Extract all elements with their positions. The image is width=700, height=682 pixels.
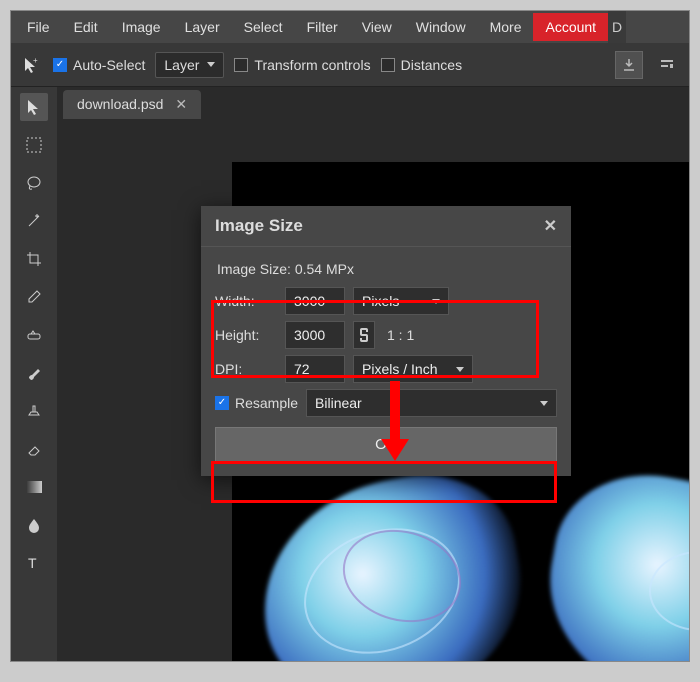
eraser-tool[interactable] bbox=[20, 435, 48, 463]
height-input[interactable]: 3000 bbox=[285, 321, 345, 349]
image-size-dialog: Image Size ✕ Image Size: 0.54 MPx Width:… bbox=[201, 206, 571, 476]
chevron-down-icon bbox=[540, 401, 548, 406]
document-tab-label: download.psd bbox=[77, 96, 163, 112]
checkbox-icon bbox=[234, 58, 248, 72]
align-button[interactable] bbox=[653, 51, 681, 79]
menu-filter[interactable]: Filter bbox=[295, 13, 350, 41]
menu-window[interactable]: Window bbox=[404, 13, 478, 41]
ok-button[interactable]: OK bbox=[215, 427, 557, 462]
width-label: Width: bbox=[215, 293, 277, 309]
menu-file[interactable]: File bbox=[15, 13, 62, 41]
width-input[interactable]: 3000 bbox=[285, 287, 345, 315]
transform-controls-label: Transform controls bbox=[254, 57, 370, 73]
eyedropper-tool[interactable] bbox=[20, 283, 48, 311]
chevron-down-icon bbox=[456, 367, 464, 372]
dpi-input[interactable]: 72 bbox=[285, 355, 345, 383]
type-tool[interactable]: T bbox=[20, 549, 48, 577]
svg-text:+: + bbox=[33, 56, 38, 65]
menu-select[interactable]: Select bbox=[232, 13, 295, 41]
checkbox-icon bbox=[53, 58, 67, 72]
resample-label: Resample bbox=[235, 395, 298, 411]
resample-checkbox[interactable]: Resample bbox=[215, 395, 298, 411]
lasso-tool[interactable] bbox=[20, 169, 48, 197]
document-tab[interactable]: download.psd ✕ bbox=[63, 90, 201, 119]
download-button[interactable] bbox=[615, 51, 643, 79]
svg-text:T: T bbox=[28, 555, 37, 571]
dialog-title: Image Size bbox=[215, 216, 303, 236]
transform-controls-checkbox[interactable]: Transform controls bbox=[234, 57, 370, 73]
auto-select-checkbox[interactable]: Auto-Select bbox=[53, 57, 145, 73]
document-tab-bar: download.psd ✕ bbox=[57, 87, 689, 121]
chevron-down-icon bbox=[432, 299, 440, 304]
auto-select-target-dropdown[interactable]: Layer bbox=[155, 52, 224, 78]
dropdown-value: Pixels / Inch bbox=[362, 361, 437, 377]
close-icon[interactable]: ✕ bbox=[544, 216, 557, 236]
crop-tool[interactable] bbox=[20, 245, 48, 273]
image-size-info: Image Size: 0.54 MPx bbox=[217, 261, 557, 277]
dropdown-value: Bilinear bbox=[315, 395, 362, 411]
menu-edit[interactable]: Edit bbox=[62, 13, 110, 41]
magic-wand-tool[interactable] bbox=[20, 207, 48, 235]
menu-bar: File Edit Image Layer Select Filter View… bbox=[11, 11, 689, 43]
options-bar: + Auto-Select Layer Transform controls D… bbox=[11, 43, 689, 87]
checkbox-icon bbox=[381, 58, 395, 72]
brush-tool[interactable] bbox=[20, 359, 48, 387]
distances-label: Distances bbox=[401, 57, 462, 73]
move-tool[interactable] bbox=[20, 93, 48, 121]
menu-account[interactable]: Account bbox=[533, 13, 608, 41]
menu-more[interactable]: More bbox=[478, 13, 534, 41]
menu-layer[interactable]: Layer bbox=[173, 13, 232, 41]
dropdown-value: Pixels bbox=[362, 293, 399, 309]
resample-method-dropdown[interactable]: Bilinear bbox=[306, 389, 557, 417]
marquee-tool[interactable] bbox=[20, 131, 48, 159]
link-aspect-icon[interactable] bbox=[353, 321, 375, 349]
auto-select-label: Auto-Select bbox=[73, 57, 145, 73]
menu-overflow[interactable]: D bbox=[608, 11, 626, 43]
menu-view[interactable]: View bbox=[350, 13, 404, 41]
distances-checkbox[interactable]: Distances bbox=[381, 57, 462, 73]
width-unit-dropdown[interactable]: Pixels bbox=[353, 287, 449, 315]
dpi-label: DPI: bbox=[215, 361, 277, 377]
aspect-ratio: 1 : 1 bbox=[383, 327, 414, 343]
gradient-tool[interactable] bbox=[20, 473, 48, 501]
dropdown-value: Layer bbox=[164, 57, 199, 73]
menu-image[interactable]: Image bbox=[110, 13, 173, 41]
blur-tool[interactable] bbox=[20, 511, 48, 539]
move-tool-icon: + bbox=[19, 53, 43, 77]
height-label: Height: bbox=[215, 327, 277, 343]
checkbox-icon bbox=[215, 396, 229, 410]
tool-sidebar: T bbox=[11, 87, 57, 661]
clone-stamp-tool[interactable] bbox=[20, 397, 48, 425]
healing-brush-tool[interactable] bbox=[20, 321, 48, 349]
close-icon[interactable]: ✕ bbox=[175, 96, 187, 113]
dpi-unit-dropdown[interactable]: Pixels / Inch bbox=[353, 355, 473, 383]
chevron-down-icon bbox=[207, 62, 215, 67]
